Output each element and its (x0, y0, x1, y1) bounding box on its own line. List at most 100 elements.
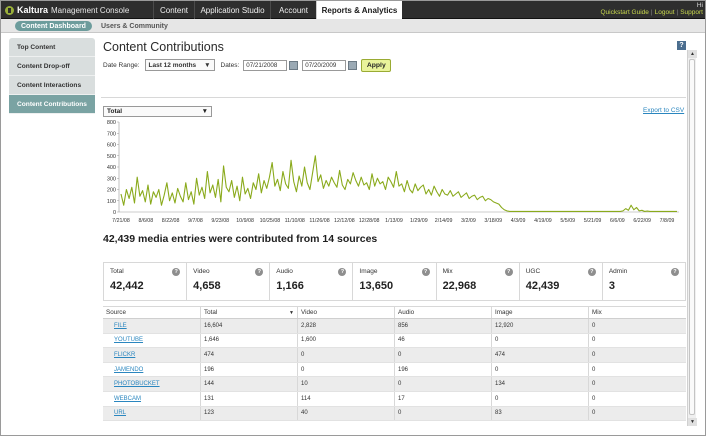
column-header-label: Total (204, 309, 218, 316)
stat-total: Total 42,442? (104, 263, 188, 300)
sidebar-item-top-content[interactable]: Top Content (9, 38, 95, 57)
source-link[interactable]: WEBCAM (106, 396, 141, 402)
table-header: Source Total ▼ Video Audio Image Mix (103, 306, 686, 319)
quickstart-guide-link[interactable]: Quickstart Guide (601, 9, 649, 16)
stat-value: 42,439 (525, 280, 560, 292)
x-tick-label: 8/6/08 (138, 218, 153, 224)
table-cell: 40 (298, 406, 395, 421)
sort-desc-icon[interactable]: ▼ (289, 310, 294, 316)
export-csv-link[interactable]: Export to CSV (643, 107, 684, 114)
chevron-down-icon: ▼ (201, 108, 208, 115)
table-cell: 134 (492, 377, 589, 391)
column-header-label: Image (495, 309, 513, 316)
help-icon[interactable]: ? (677, 41, 686, 50)
sidebar-item-content-interactions[interactable]: Content Interactions (9, 76, 95, 95)
series-line (120, 155, 677, 212)
date-to-input[interactable]: 07/20/2009 (302, 59, 347, 71)
scroll-up-arrow-icon[interactable]: ▲ (688, 50, 697, 58)
info-icon[interactable]: ? (670, 268, 679, 276)
source-link[interactable]: FLICKR (106, 352, 135, 358)
x-tick-label: 12/12/08 (334, 218, 355, 224)
dates-label: Dates: (220, 61, 240, 69)
apply-button[interactable]: Apply (361, 58, 392, 72)
sidebar-item-content-drop-off[interactable]: Content Drop-off (9, 57, 95, 76)
user-greeting: Hi (696, 2, 703, 9)
metric-value: Total (107, 108, 123, 115)
table-cell: YOUTUBE (103, 333, 201, 348)
info-icon[interactable]: ? (421, 268, 430, 276)
x-tick-label: 4/19/09 (534, 218, 552, 224)
table-cell: 0 (592, 366, 596, 373)
stat-value: 42,442 (110, 280, 144, 292)
table-cell: 83 (492, 406, 589, 421)
y-tick-label: 100 (107, 199, 116, 205)
column-header-image[interactable]: Image (492, 307, 589, 318)
vertical-scrollbar[interactable]: ▲ ▼ (687, 50, 697, 426)
column-header-label: Source (106, 309, 126, 316)
y-tick-label: 800 (107, 120, 116, 126)
stat-value: 4,658 (193, 280, 221, 292)
column-header-video[interactable]: Video (298, 307, 395, 318)
table-cell: 1,600 (298, 333, 395, 348)
x-tick-label: 1/13/09 (385, 218, 403, 224)
tab-application-studio[interactable]: Application Studio (194, 1, 270, 19)
table-cell: 856 (395, 319, 492, 333)
table-cell: 10 (298, 377, 395, 391)
x-tick-label: 5/5/09 (560, 218, 575, 224)
x-tick-label: 7/21/08 (112, 218, 130, 224)
source-link[interactable]: URL (106, 410, 126, 416)
logout-link[interactable]: Logout (655, 9, 675, 16)
y-tick-label: 600 (107, 143, 116, 149)
info-icon[interactable]: ? (504, 268, 513, 276)
table-cell: 12,920 (492, 319, 589, 333)
tab-content[interactable]: Content (153, 1, 194, 19)
x-tick-label: 10/25/08 (260, 218, 281, 224)
x-tick-label: 12/28/08 (359, 218, 380, 224)
table-cell: 196 (201, 362, 298, 377)
main-panel: Content Contributions ? Date Range: Last… (99, 37, 698, 427)
sidebar-item-content-contributions[interactable]: Content Contributions (9, 95, 95, 114)
column-header-mix[interactable]: Mix (589, 307, 686, 318)
table-cell: 0 (592, 395, 596, 402)
y-tick-label: 700 (107, 131, 116, 137)
column-header-audio[interactable]: Audio (395, 307, 492, 318)
source-link[interactable]: JAMENDO (106, 367, 143, 373)
date-from-input[interactable]: 07/21/2008 (243, 59, 288, 71)
column-header-total[interactable]: Total ▼ (201, 307, 298, 318)
x-tick-label: 10/9/08 (236, 218, 254, 224)
source-link[interactable]: FILE (106, 323, 127, 329)
scroll-thumb[interactable] (689, 59, 695, 415)
table-cell: 474 (492, 348, 589, 362)
subtab-users-community[interactable]: Users & Community (101, 21, 168, 31)
user-links: Quickstart Guide | Logout | Support (601, 9, 704, 16)
support-link[interactable]: Support (680, 9, 703, 16)
stat-value: 13,650 (359, 280, 394, 292)
x-tick-label: 9/23/08 (211, 218, 229, 224)
stat-video: Video 4,658? (187, 263, 271, 300)
table-row: URL 123 40 0 83 0 (103, 406, 686, 422)
source-link[interactable]: PHOTOBUCKET (106, 381, 160, 387)
source-link[interactable]: YOUTUBE (106, 337, 143, 343)
sources-table: Source Total ▼ Video Audio Image Mix FILE 16,604… (103, 306, 686, 422)
calendar-icon[interactable] (289, 60, 299, 70)
kaltura-logo-icon (5, 5, 14, 15)
table-cell: 0 (592, 337, 596, 344)
info-icon[interactable]: ? (587, 268, 596, 276)
tab-account[interactable]: Account (270, 1, 316, 19)
table-cell: 0 (298, 362, 395, 377)
calendar-icon[interactable] (348, 60, 358, 70)
x-tick-label: 11/10/08 (285, 218, 305, 224)
summary-text: 42,439 media entries were contributed fr… (103, 233, 378, 245)
scroll-down-arrow-icon[interactable]: ▼ (688, 418, 697, 426)
x-tick-label: 11/26/08 (309, 218, 329, 224)
subtab-content-dashboard[interactable]: Content Dashboard (15, 21, 92, 31)
x-tick-label: 2/14/09 (435, 218, 453, 224)
column-header-source[interactable]: Source (103, 307, 201, 318)
date-range-select[interactable]: Last 12 months ▼ (144, 59, 215, 71)
column-header-label: Audio (398, 309, 415, 316)
tab-reports-analytics[interactable]: Reports & Analytics (316, 1, 402, 19)
x-tick-label: 8/22/08 (162, 218, 180, 224)
date-range-value: Last 12 months (148, 61, 197, 69)
page-title: Content Contributions (103, 40, 224, 54)
user-area: Hi Quickstart Guide | Logout | Support (601, 2, 704, 16)
